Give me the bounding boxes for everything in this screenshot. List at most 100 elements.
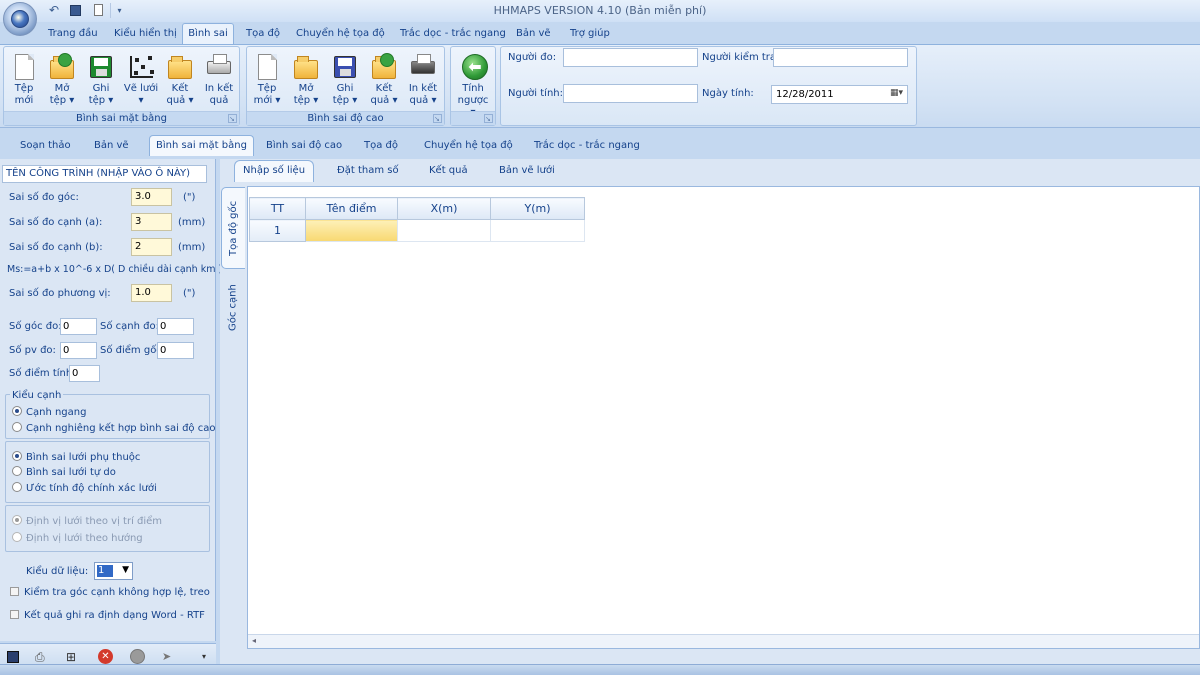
doc-tab-binh-sai-mat-bang[interactable]: Bình sai mặt bằng — [149, 135, 254, 156]
ribbon-tab-kieu-hien-thi[interactable]: Kiểu hiển thị — [110, 25, 181, 43]
horizontal-scrollbar[interactable]: ◂ — [248, 634, 1199, 648]
input-so-goc-do[interactable]: 0 — [60, 318, 97, 335]
select-kieu-du-lieu[interactable]: 1 ▼ — [94, 562, 133, 580]
radio-tu-do[interactable]: Bình sai lưới tự do — [12, 466, 116, 478]
input-edge-error-a[interactable]: 3 — [131, 213, 172, 231]
input-so-diem-goc[interactable]: 0 — [157, 342, 194, 359]
side-tab-goc-canh[interactable]: Góc cạnh — [221, 273, 245, 343]
ribbon-tab-binh-sai[interactable]: Bình sai — [182, 23, 234, 45]
dc-print-result-button[interactable]: In kết quả ▾ — [404, 49, 442, 113]
radio-canh-nghieng-label: Cạnh nghiêng kết hợp bình sai độ cao — [26, 423, 216, 434]
application-menu-button[interactable] — [3, 2, 37, 36]
input-nguoi-tinh[interactable] — [563, 84, 698, 103]
ribbon-tab-ban-ve[interactable]: Bản vẽ — [512, 25, 555, 43]
dialog-launcher-icon[interactable]: ↘ — [433, 114, 442, 123]
content-tab-ban-ve-luoi[interactable]: Bản vẽ lưới — [499, 162, 555, 180]
ribbon-tab-chuyen-he-toa-do[interactable]: Chuyển hệ tọa độ — [292, 25, 389, 43]
radio-phu-thuoc-label: Bình sai lưới phụ thuộc — [26, 452, 141, 463]
select-kieu-du-lieu-value: 1 — [97, 565, 113, 577]
cell-ten-diem[interactable] — [305, 219, 398, 242]
customize-dropdown-icon[interactable]: ▾ — [110, 3, 128, 18]
mb-draw-grid-button[interactable]: Vẽ lưới ▾ — [121, 49, 161, 113]
cell-y[interactable] — [490, 219, 585, 242]
mb-open-file-button[interactable]: Mở tệp ▾ — [43, 49, 81, 113]
dc-save-label-1: Ghi — [336, 83, 354, 94]
date-picker-ngay-tinh[interactable]: 12/28/2011 ▦▾ — [771, 85, 908, 104]
dc-open-file-button[interactable]: Mở tệp ▾ — [287, 49, 325, 113]
dialog-launcher-icon[interactable]: ↘ — [228, 114, 237, 123]
input-so-canh-do[interactable]: 0 — [157, 318, 194, 335]
close-red-icon[interactable]: ✕ — [98, 649, 114, 665]
table-row: 1 — [249, 219, 585, 242]
radio-dinh-vi-diem[interactable]: Định vị lưới theo vị trí điểm — [12, 515, 162, 527]
radio-phu-thuoc[interactable]: Bình sai lưới phụ thuộc — [12, 451, 140, 463]
mb-new-file-button[interactable]: Tệp mới — [5, 49, 43, 113]
pointer-icon[interactable]: ➤ — [162, 649, 178, 665]
status-bar — [0, 664, 1200, 675]
checkbox-word-rtf-label: Kết quả ghi ra định dạng Word - RTF — [24, 610, 205, 621]
content-tab-nhap-so-lieu[interactable]: Nhập số liệu — [234, 160, 315, 182]
ribbon-tab-trac-doc[interactable]: Trắc dọc - trắc ngang — [396, 25, 510, 43]
group-caption-mat-bang: Bình sai mặt bằng — [4, 111, 239, 125]
col-header-ten-diem[interactable]: Tên điểm — [305, 197, 398, 220]
doc-tab-soan-thao[interactable]: Soạn thảo — [20, 137, 71, 154]
printer-icon — [410, 53, 436, 83]
record-icon[interactable] — [130, 649, 146, 665]
dialog-launcher-icon[interactable]: ↘ — [484, 114, 493, 123]
doc-tab-binh-sai-do-cao[interactable]: Bình sai độ cao — [266, 137, 342, 154]
grid-icon[interactable]: ⊞ — [66, 649, 82, 665]
input-bearing-error[interactable]: 1.0 — [131, 284, 172, 302]
ribbon-tab-tro-giup[interactable]: Trợ giúp — [566, 25, 614, 43]
mb-print-label-1: In kết — [204, 83, 234, 94]
col-header-x[interactable]: X(m) — [397, 197, 491, 220]
mb-result-button[interactable]: Kết quả ▾ — [161, 49, 199, 113]
doc-tab-chuyen-he-toa-do[interactable]: Chuyển hệ tọa độ — [424, 137, 513, 154]
undo-icon[interactable]: ↶ — [46, 3, 62, 18]
radio-uoc-tinh[interactable]: Ước tính độ chính xác lưới — [12, 482, 157, 494]
save-icon[interactable] — [5, 649, 21, 665]
save-icon[interactable] — [67, 3, 83, 18]
radio-dinh-vi-huong[interactable]: Định vị lưới theo hướng — [12, 532, 143, 544]
row-number-cell: 1 — [249, 219, 306, 242]
input-edge-error-b[interactable]: 2 — [131, 238, 172, 256]
radio-canh-ngang[interactable]: Cạnh ngang — [12, 406, 86, 418]
col-header-tt[interactable]: TT — [249, 197, 306, 220]
input-so-diem-tinh[interactable]: 0 — [69, 365, 100, 382]
mb-save-file-button[interactable]: Ghi tệp ▾ — [82, 49, 120, 113]
checkbox-kiem-tra[interactable]: Kiểm tra góc cạnh không hợp lệ, treo — [10, 587, 210, 598]
ribbon-tab-toa-do[interactable]: Tọa độ — [242, 25, 284, 43]
print-preview-icon[interactable]: ⎙ — [35, 649, 51, 665]
input-so-pv-do[interactable]: 0 — [60, 342, 97, 359]
dc-result-button[interactable]: Kết quả ▾ — [365, 49, 403, 113]
radio-canh-nghieng[interactable]: Cạnh nghiêng kết hợp bình sai độ cao — [12, 422, 215, 434]
content-tab-dat-tham-so[interactable]: Đặt tham số — [337, 162, 399, 180]
label-so-diem-goc: Số điểm gốc: — [100, 345, 166, 356]
col-header-y[interactable]: Y(m) — [490, 197, 585, 220]
input-nguoi-do[interactable] — [563, 48, 698, 67]
tinh-nguoc-button[interactable]: ⬅ Tính ngược ▾ — [454, 49, 492, 118]
mb-print-result-button[interactable]: In kết quả — [200, 49, 238, 113]
new-doc-icon[interactable] — [90, 3, 106, 18]
dc-result-label-1: Kết — [375, 83, 393, 94]
dc-save-label-2: tệp ▾ — [332, 95, 358, 106]
dc-new-file-button[interactable]: Tệp mới ▾ — [248, 49, 286, 113]
input-angle-error[interactable]: 3.0 — [131, 188, 172, 206]
doc-tab-toa-do[interactable]: Tọa độ — [364, 137, 398, 154]
doc-tab-trac-doc[interactable]: Trắc dọc - trắc ngang — [534, 137, 640, 154]
calendar-dropdown-icon[interactable]: ▦▾ — [890, 88, 903, 98]
cell-x[interactable] — [397, 219, 491, 242]
input-nguoi-kiem-tra[interactable] — [773, 48, 908, 67]
radio-canh-ngang-label: Cạnh ngang — [26, 407, 87, 418]
side-tab-toa-do-goc[interactable]: Tọa độ gốc — [221, 187, 245, 269]
ribbon-tab-trang-dau[interactable]: Trang đầu — [44, 25, 102, 43]
label-kieu-du-lieu: Kiểu dữ liệu: — [26, 566, 89, 577]
label-so-diem-tinh: Số điểm tính: — [9, 368, 76, 379]
checkbox-word-rtf[interactable]: Kết quả ghi ra định dạng Word - RTF — [10, 610, 205, 621]
checkbox-icon — [10, 610, 19, 619]
scroll-left-icon[interactable]: ◂ — [252, 636, 256, 645]
dc-save-file-button[interactable]: Ghi tệp ▾ — [326, 49, 364, 113]
content-tab-ket-qua[interactable]: Kết quả — [429, 162, 468, 180]
dropdown-icon[interactable]: ▾ — [202, 649, 212, 665]
project-name-input[interactable]: TÊN CÔNG TRÌNH (NHẬP VÀO Ô NÀY) — [2, 165, 207, 183]
doc-tab-ban-ve[interactable]: Bản vẽ — [94, 137, 129, 154]
